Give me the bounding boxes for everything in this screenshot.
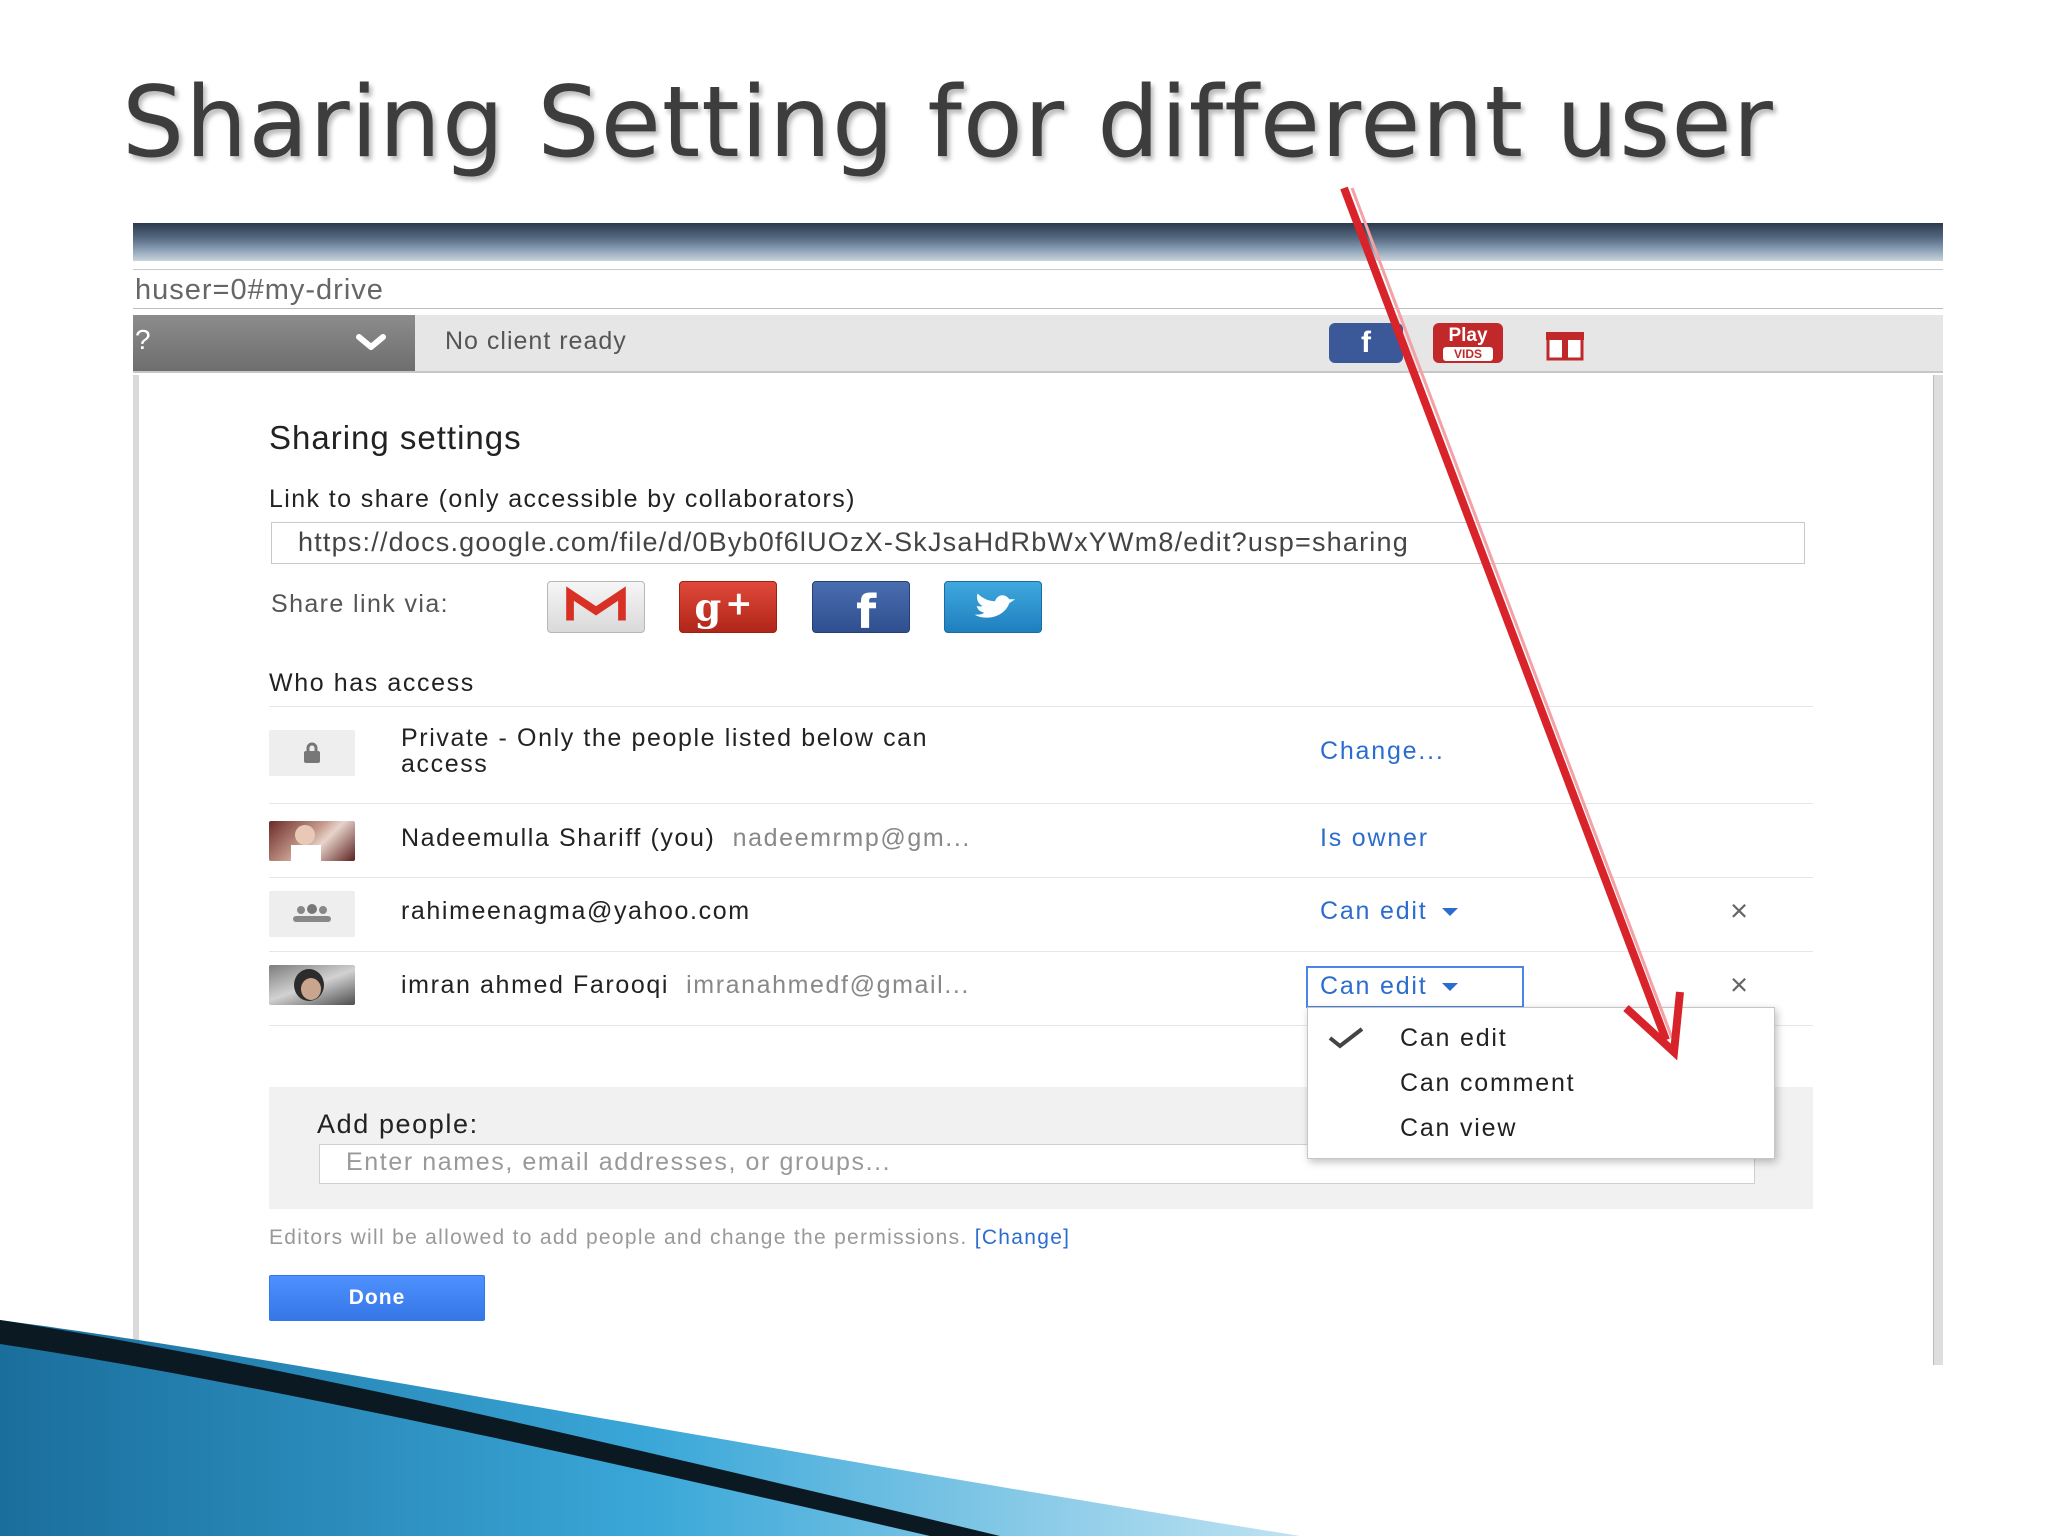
caret-down-icon bbox=[1441, 983, 1458, 992]
menu-item-can-edit[interactable]: Can edit bbox=[1400, 1024, 1508, 1053]
divider bbox=[269, 877, 1813, 878]
svg-text:g: g bbox=[694, 585, 721, 630]
permission-dropdown-active[interactable]: Can edit bbox=[1306, 966, 1524, 1008]
account-switcher[interactable]: ? bbox=[133, 315, 415, 371]
visibility-line-2: access bbox=[401, 750, 489, 778]
divider bbox=[269, 803, 1813, 804]
user-avatar-icon bbox=[294, 969, 324, 1001]
play-vids-extension-icon[interactable]: Play VIDS bbox=[1433, 323, 1503, 363]
owner-row-text: Nadeemulla Shariff (you) nadeemrmp@gm... bbox=[401, 824, 971, 853]
user-avatar-icon bbox=[291, 825, 321, 861]
lock-icon-box bbox=[269, 730, 355, 776]
avatar bbox=[269, 821, 355, 861]
editors-note: Editors will be allowed to add people an… bbox=[269, 1226, 1070, 1250]
people-icon bbox=[293, 904, 331, 922]
decorative-wave bbox=[0, 1320, 1300, 1536]
change-editors-link[interactable]: [Change] bbox=[975, 1226, 1071, 1249]
visibility-line-1: Private - Only the people listed below c… bbox=[401, 724, 929, 752]
twitter-icon[interactable] bbox=[944, 581, 1042, 633]
frame-scrollbar[interactable] bbox=[1933, 375, 1943, 1365]
browser-top-strip bbox=[133, 223, 1943, 261]
owner-permission: Is owner bbox=[1320, 824, 1429, 852]
address-bar[interactable]: huser=0#my-drive bbox=[133, 269, 1943, 309]
group-icon-box bbox=[269, 891, 355, 937]
toolbar-status: No client ready bbox=[445, 327, 627, 355]
add-people-label: Add people: bbox=[317, 1109, 479, 1139]
frame-edge-left bbox=[133, 375, 139, 1365]
facebook-icon[interactable]: f bbox=[812, 581, 910, 633]
share-via-label: Share link via: bbox=[271, 590, 450, 618]
who-has-access-heading: Who has access bbox=[269, 669, 475, 697]
divider bbox=[269, 951, 1813, 952]
collaborator-email: rahimeenagma@yahoo.com bbox=[401, 897, 751, 925]
address-text: huser=0#my-drive bbox=[135, 274, 384, 306]
owner-name: Nadeemulla Shariff (you) bbox=[401, 824, 716, 852]
permission-dropdown[interactable]: Can edit bbox=[1320, 897, 1458, 926]
editors-note-text: Editors will be allowed to add people an… bbox=[269, 1226, 968, 1249]
dialog-title: Sharing settings bbox=[269, 419, 522, 456]
collaborator-email: imranahmedf@gmail... bbox=[686, 971, 970, 999]
share-link-field[interactable]: https://docs.google.com/file/d/0Byb0f6lU… bbox=[271, 522, 1805, 564]
gmail-icon[interactable] bbox=[547, 581, 645, 633]
collaborator-name: imran ahmed Farooqi bbox=[401, 971, 670, 999]
collaborator-row-text: imran ahmed Farooqi imranahmedf@gmail... bbox=[401, 971, 970, 1000]
permission-menu: Can edit Can comment Can view bbox=[1307, 1007, 1775, 1159]
svg-text:f: f bbox=[856, 585, 877, 633]
owner-email: nadeemrmp@gm... bbox=[732, 824, 971, 852]
remove-collaborator-button[interactable]: × bbox=[1730, 893, 1748, 929]
gift-icon[interactable] bbox=[1543, 323, 1587, 363]
check-icon bbox=[1328, 1027, 1364, 1049]
menu-item-can-comment[interactable]: Can comment bbox=[1400, 1069, 1575, 1098]
play-label: Play bbox=[1448, 325, 1488, 346]
permission-label: Can edit bbox=[1320, 897, 1428, 925]
vids-label: VIDS bbox=[1443, 347, 1493, 361]
chevron-down-icon[interactable] bbox=[351, 323, 391, 363]
menu-item-can-view[interactable]: Can view bbox=[1400, 1114, 1517, 1143]
svg-text:+: + bbox=[725, 585, 752, 623]
caret-down-icon bbox=[1441, 908, 1458, 917]
divider bbox=[269, 706, 1813, 707]
google-plus-icon[interactable]: g + bbox=[679, 581, 777, 633]
avatar bbox=[269, 965, 355, 1005]
change-visibility-link[interactable]: Change... bbox=[1320, 737, 1445, 766]
remove-collaborator-button[interactable]: × bbox=[1730, 967, 1748, 1003]
browser-toolbar: ? No client ready f Play VIDS bbox=[133, 315, 1943, 373]
facebook-extension-icon[interactable]: f bbox=[1329, 323, 1403, 363]
link-label: Link to share (only accessible by collab… bbox=[269, 485, 856, 513]
screenshot-frame: huser=0#my-drive ? No client ready f Pla… bbox=[133, 223, 1943, 1365]
visibility-text: Private - Only the people listed below c… bbox=[401, 725, 928, 777]
slide-title: Sharing Setting for different user bbox=[122, 66, 1774, 180]
permission-label: Can edit bbox=[1320, 972, 1458, 1001]
account-glyph: ? bbox=[135, 324, 151, 355]
lock-icon bbox=[304, 742, 320, 763]
